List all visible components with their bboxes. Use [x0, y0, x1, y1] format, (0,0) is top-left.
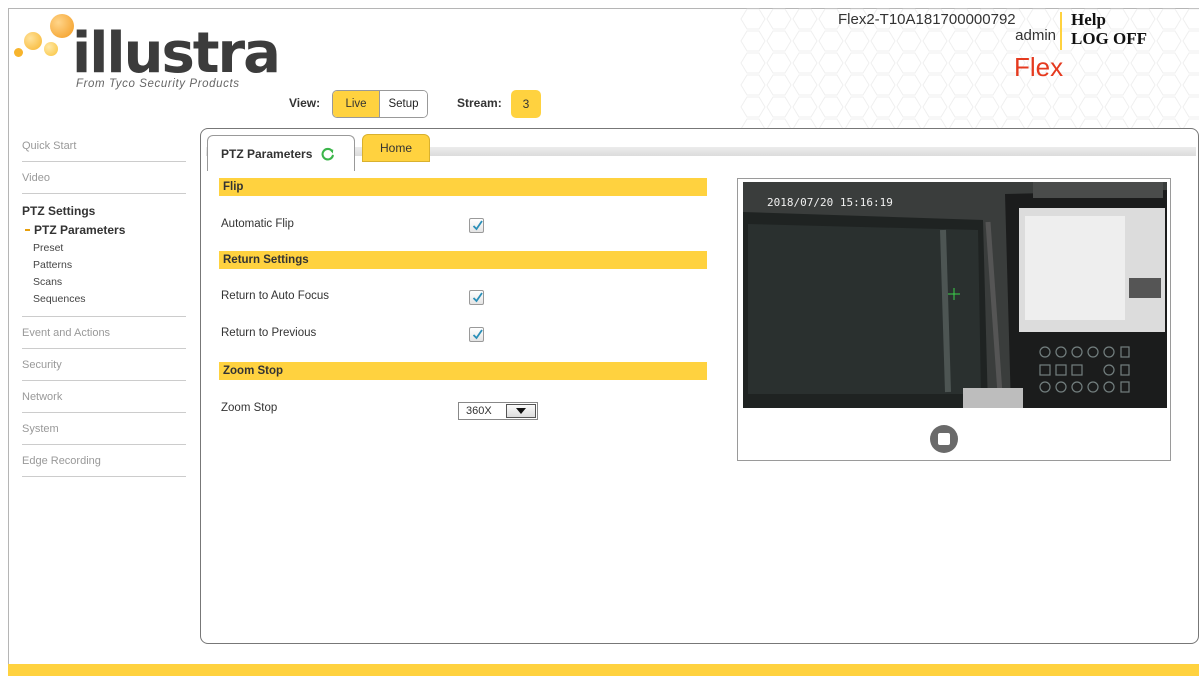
active-indicator-icon	[25, 229, 30, 231]
footer-bar	[8, 664, 1199, 676]
product-name: Flex	[1014, 52, 1064, 82]
sidebar-item-security[interactable]: Security	[22, 349, 186, 381]
section-zoom-stop: Zoom Stop	[219, 362, 707, 380]
checkmark-icon	[472, 329, 483, 340]
stream-label: Stream:	[457, 96, 502, 110]
automatic-flip-checkbox[interactable]	[469, 218, 484, 233]
view-live-button[interactable]: Live	[333, 91, 379, 117]
sidebar-item-edge-recording[interactable]: Edge Recording	[22, 445, 186, 477]
view-setup-button[interactable]: Setup	[379, 91, 427, 117]
stream-button[interactable]: 3	[511, 90, 541, 118]
logo-tagline: From Tyco Security Products	[76, 78, 240, 90]
illustra-logo: illustra From Tyco Security Products	[14, 12, 281, 102]
checkmark-icon	[472, 220, 483, 231]
sidebar-item-label: PTZ Parameters	[34, 223, 126, 237]
refresh-icon[interactable]	[321, 147, 335, 161]
video-scene-image	[743, 182, 1167, 408]
sidebar-item-ptz-settings[interactable]: PTZ Settings	[22, 204, 186, 218]
zoom-stop-select[interactable]: 360X	[458, 402, 538, 420]
sidebar-item-ptz-parameters[interactable]: PTZ Parameters	[22, 221, 186, 240]
section-flip: Flip	[219, 178, 707, 196]
automatic-flip-label: Automatic Flip	[221, 218, 294, 230]
view-toggle: Live Setup	[332, 90, 428, 118]
sidebar-item-video[interactable]: Video	[22, 162, 186, 194]
sidebar-item-event-actions[interactable]: Event and Actions	[22, 317, 186, 349]
sidebar-group-ptz: PTZ Settings PTZ Parameters Preset Patte…	[22, 194, 186, 317]
return-previous-checkbox[interactable]	[469, 327, 484, 342]
zoom-stop-value: 360X	[466, 405, 492, 417]
checkmark-icon	[472, 292, 483, 303]
tab-ptz-parameters[interactable]: PTZ Parameters	[207, 135, 355, 171]
logo-text: illustra	[72, 21, 281, 86]
live-video-feed[interactable]: 2018/07/20 15:16:19	[743, 182, 1167, 408]
sidebar-item-sequences[interactable]: Sequences	[22, 291, 186, 308]
sidebar-item-preset[interactable]: Preset	[22, 240, 186, 257]
return-auto-focus-label: Return to Auto Focus	[221, 290, 330, 302]
video-timestamp: 2018/07/20 15:16:19	[767, 196, 893, 209]
section-return-settings: Return Settings	[219, 251, 707, 269]
sidebar-item-patterns[interactable]: Patterns	[22, 257, 186, 274]
help-link[interactable]: Help	[1071, 10, 1106, 30]
header-separator	[1060, 12, 1062, 50]
sidebar-item-scans[interactable]: Scans	[22, 274, 186, 291]
sidebar-item-system[interactable]: System	[22, 413, 186, 445]
view-label: View:	[289, 96, 321, 110]
return-previous-label: Return to Previous	[221, 327, 317, 339]
zoom-stop-label: Zoom Stop	[221, 402, 278, 414]
tab-label: PTZ Parameters	[221, 146, 313, 161]
logoff-link[interactable]: LOG OFF	[1071, 29, 1147, 49]
stop-icon[interactable]	[928, 423, 960, 455]
sidebar: Quick Start Video PTZ Settings PTZ Param…	[22, 130, 186, 477]
device-id: Flex2-T10A181700000792	[838, 11, 1016, 28]
tab-home[interactable]: Home	[362, 134, 430, 162]
sidebar-item-network[interactable]: Network	[22, 381, 186, 413]
chevron-down-icon[interactable]	[506, 404, 536, 418]
user-name: admin	[1015, 27, 1056, 44]
return-auto-focus-checkbox[interactable]	[469, 290, 484, 305]
sidebar-item-quick-start[interactable]: Quick Start	[22, 130, 186, 162]
